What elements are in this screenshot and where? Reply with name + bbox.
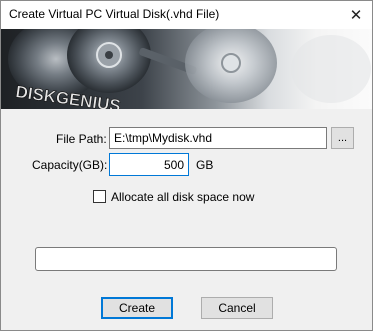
create-button[interactable]: Create: [101, 297, 173, 319]
browse-button[interactable]: ...: [331, 127, 354, 149]
create-vhd-dialog: Create Virtual PC Virtual Disk(.vhd File…: [0, 0, 373, 331]
allocate-checkbox[interactable]: [93, 190, 106, 203]
allocate-label[interactable]: Allocate all disk space now: [111, 190, 254, 204]
capacity-label: Capacity(GB):: [32, 158, 108, 172]
progress-bar: [35, 247, 337, 271]
file-path-input[interactable]: [109, 127, 327, 149]
close-button[interactable]: ✕: [340, 1, 372, 29]
close-icon: ✕: [349, 7, 363, 24]
file-path-label: File Path:: [56, 132, 107, 146]
diskgenius-banner: DISKGENIUS: [1, 29, 372, 109]
capacity-unit: GB: [196, 158, 214, 172]
cancel-button[interactable]: Cancel: [201, 297, 273, 319]
capacity-input[interactable]: [109, 153, 189, 176]
dialog-title: Create Virtual PC Virtual Disk(.vhd File…: [9, 7, 220, 21]
title-bar[interactable]: Create Virtual PC Virtual Disk(.vhd File…: [1, 1, 372, 29]
hard-disk-illustration: DISKGENIUS: [8, 29, 371, 109]
